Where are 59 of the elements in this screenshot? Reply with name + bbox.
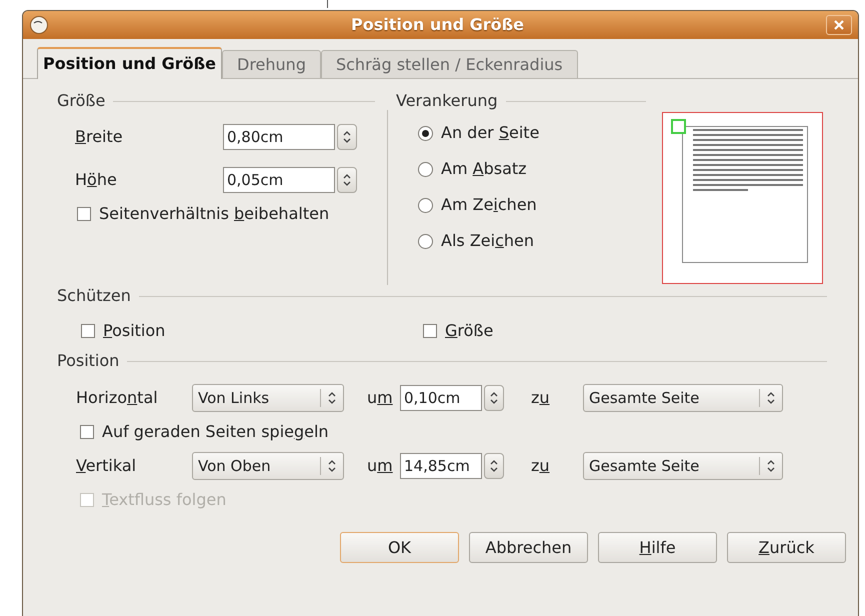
tab[interactable]: Position und Größe (37, 47, 222, 79)
checkbox-option[interactable]: Seitenverhältnis beibehalten (77, 202, 387, 226)
radio-option[interactable]: Am Absatz (418, 157, 637, 181)
checkbox-option[interactable]: Position (81, 319, 423, 343)
checkbox-option[interactable]: Größe (423, 319, 765, 343)
value-field[interactable]: 14,85cm (400, 453, 482, 479)
value-field[interactable]: 0,05cm (223, 167, 335, 193)
dialog-button[interactable]: OK (340, 532, 459, 563)
window-title: Position und Größe (350, 14, 525, 36)
radio-option[interactable]: An der Seite (418, 121, 637, 145)
up-down-arrows-icon (327, 390, 337, 406)
dialog-button[interactable]: Zurück (727, 532, 846, 563)
checkbox[interactable] (81, 324, 95, 338)
close-button[interactable] (826, 15, 852, 35)
tab[interactable]: Schräg stellen / Eckenradius (320, 50, 578, 78)
section-heading: Schützen (57, 285, 131, 307)
dropdown[interactable]: Von Oben (192, 452, 344, 480)
field-label: um (366, 455, 394, 477)
section-heading: Position (57, 350, 120, 372)
dropdown[interactable]: Von Links (192, 384, 344, 412)
dialog-button[interactable]: Abbrechen (469, 532, 588, 563)
field-label: um (366, 387, 394, 409)
radio-button[interactable] (418, 234, 433, 248)
field-label: zu (530, 387, 551, 409)
dropdown[interactable]: Gesamte Seite (583, 452, 783, 480)
checkbox[interactable] (77, 207, 91, 221)
checkbox[interactable] (423, 324, 437, 338)
up-down-arrows-icon (489, 458, 499, 474)
field-label: zu (530, 455, 551, 477)
field-label: Breite (75, 126, 124, 148)
dialog-button[interactable]: Hilfe (598, 532, 717, 563)
radio-option[interactable]: Als Zeichen (418, 229, 637, 253)
dropdown[interactable]: Gesamte Seite (583, 384, 783, 412)
spin-button[interactable] (337, 167, 357, 193)
radio-button[interactable] (418, 126, 433, 140)
up-down-arrows-icon (766, 390, 776, 406)
app-icon (29, 15, 49, 35)
up-down-arrows-icon (342, 129, 352, 145)
field-label: Höhe (75, 169, 118, 191)
value-field[interactable]: 0,80cm (223, 124, 335, 150)
field-label: Vertikal (76, 455, 138, 477)
close-icon (834, 20, 844, 30)
value-field[interactable]: 0,10cm (400, 385, 482, 411)
section-heading: Verankerung (396, 90, 498, 112)
up-down-arrows-icon (342, 172, 352, 188)
radio-option[interactable]: Am Zeichen (418, 193, 637, 217)
tab[interactable]: Drehung (222, 50, 321, 78)
checkbox[interactable] (80, 425, 94, 439)
spin-button[interactable] (484, 385, 504, 411)
up-down-arrows-icon (766, 458, 776, 474)
up-down-arrows-icon (327, 458, 337, 474)
checkbox-option[interactable]: Auf geraden Seiten spiegeln (80, 420, 329, 444)
field-label: Horizontal (76, 387, 159, 409)
section-heading: Größe (57, 90, 106, 112)
spin-button[interactable] (484, 453, 504, 479)
up-down-arrows-icon (489, 390, 499, 406)
radio-button[interactable] (418, 198, 433, 212)
spin-button[interactable] (337, 124, 357, 150)
radio-button[interactable] (418, 162, 433, 176)
